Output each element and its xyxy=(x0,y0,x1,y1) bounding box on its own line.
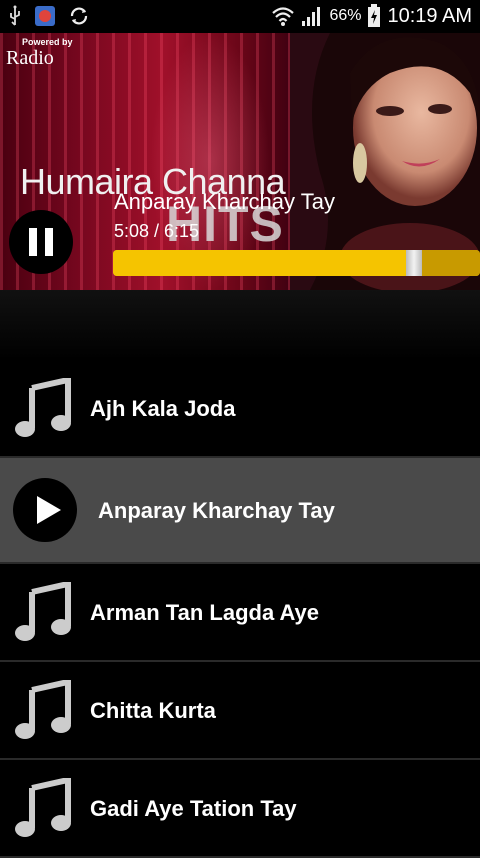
playlist-item-label: Anparay Kharchay Tay xyxy=(98,498,335,523)
powered-by-logo: Powered by Radio xyxy=(6,37,73,70)
playlist-item[interactable]: Ajh Kala Joda xyxy=(0,360,480,458)
status-bar: 66% 10:19 AM xyxy=(0,0,480,33)
playlist-item[interactable]: Gadi Aye Tation Tay xyxy=(0,760,480,858)
music-note-icon xyxy=(15,378,71,437)
seek-bar[interactable] xyxy=(113,250,480,276)
playlist-item[interactable]: Arman Tan Lagda Aye xyxy=(0,564,480,662)
app-notification-icon xyxy=(35,6,55,26)
pause-icon-bar-left xyxy=(29,228,37,256)
playlist: Ajh Kala Joda Anparay Kharchay Tay Arman… xyxy=(0,360,480,858)
music-note-icon xyxy=(15,582,71,641)
battery-percent: 66% xyxy=(329,7,362,24)
pause-icon-bar-right xyxy=(45,228,53,256)
play-icon xyxy=(13,478,77,542)
playlist-item-label: Ajh Kala Joda xyxy=(90,396,236,421)
playlist-item-label: Arman Tan Lagda Aye xyxy=(90,600,320,625)
clock: 10:19 AM xyxy=(387,4,472,27)
signal-icon xyxy=(302,7,321,26)
seek-bar-remaining xyxy=(414,250,480,276)
playlist-item-label: Chitta Kurta xyxy=(90,698,216,723)
seek-bar-fill xyxy=(113,250,414,276)
battery-charging-icon xyxy=(368,4,381,27)
seek-bar-thumb[interactable] xyxy=(406,250,422,276)
now-playing-time: 5:08 / 6:15 xyxy=(114,221,200,241)
music-note-icon xyxy=(15,680,71,739)
playlist-item[interactable]: Chitta Kurta xyxy=(0,662,480,760)
music-note-icon xyxy=(15,778,71,837)
pause-button[interactable] xyxy=(9,210,73,274)
usb-icon xyxy=(10,5,20,26)
sync-icon xyxy=(70,7,88,25)
brand-logo: Radio xyxy=(6,47,54,69)
now-playing-title: Anparay Kharchay Tay xyxy=(114,189,335,214)
powered-by-label: Powered by xyxy=(22,37,73,47)
playlist-item-label: Gadi Aye Tation Tay xyxy=(90,796,297,821)
playlist-item-active[interactable]: Anparay Kharchay Tay xyxy=(0,458,480,564)
album-banner: Powered by Radio Humaira Channa HITS Anp… xyxy=(0,33,480,290)
wifi-icon xyxy=(272,7,295,26)
